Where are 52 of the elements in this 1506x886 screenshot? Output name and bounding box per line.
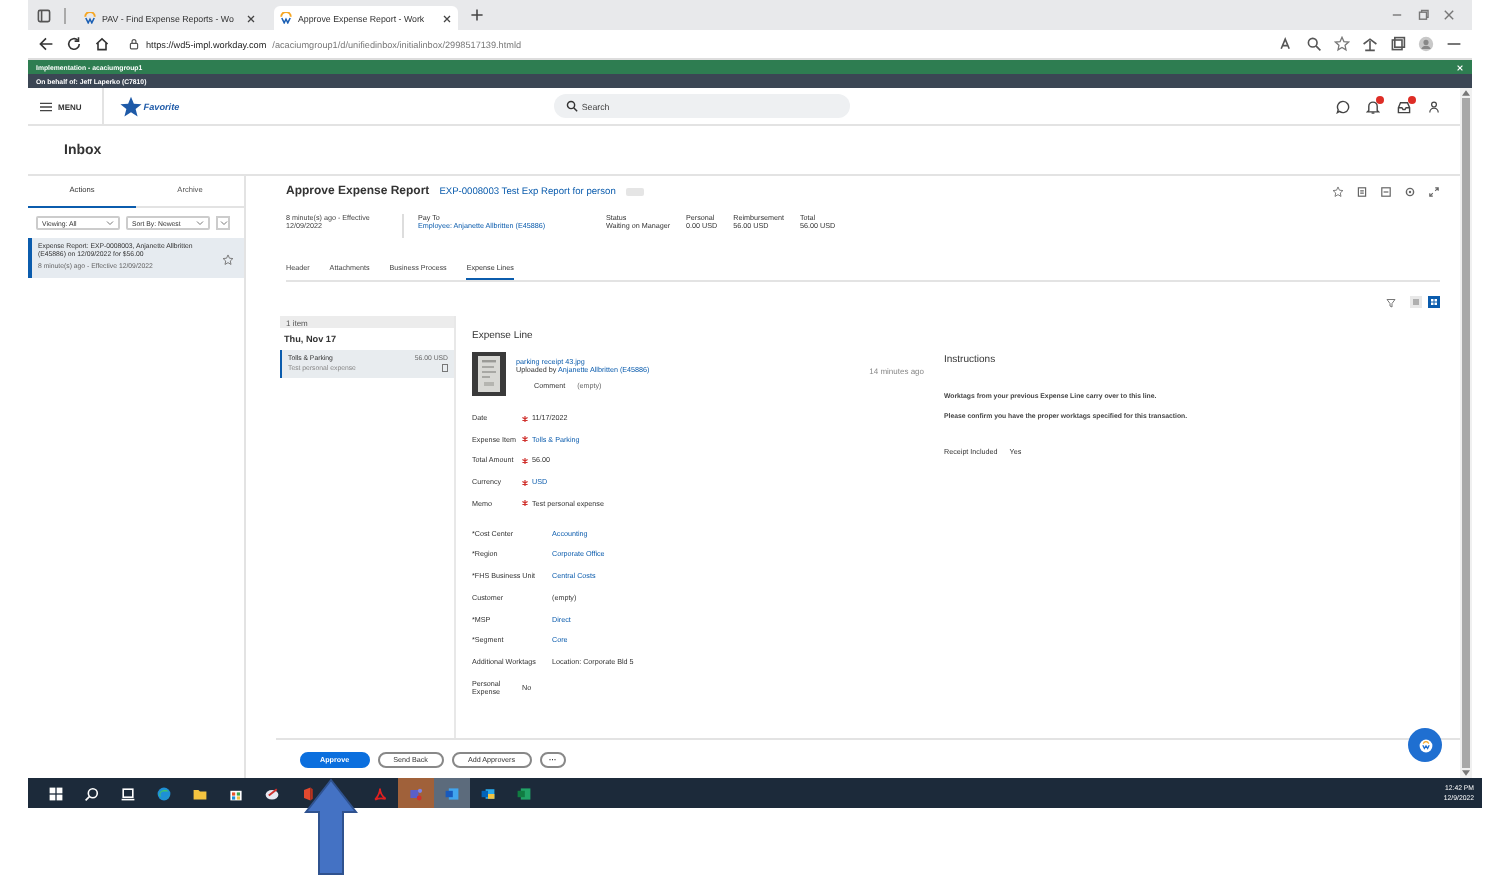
read-aloud-icon[interactable] <box>1278 36 1294 52</box>
chat-icon[interactable] <box>1336 99 1350 113</box>
close-icon[interactable] <box>246 13 256 23</box>
start-icon[interactable] <box>48 785 64 801</box>
chevron-icon <box>106 220 114 226</box>
star-icon[interactable] <box>222 254 234 266</box>
profile-avatar[interactable] <box>1418 36 1434 52</box>
home-icon[interactable] <box>94 36 110 52</box>
app-logo-icon <box>280 12 292 24</box>
lock-icon <box>128 38 140 50</box>
task-view-icon[interactable] <box>120 785 136 801</box>
star-icon[interactable] <box>1332 186 1344 198</box>
folder-icon[interactable] <box>192 785 208 801</box>
restore-icon[interactable] <box>1416 8 1430 22</box>
settings-icon[interactable] <box>1404 186 1416 198</box>
chevron-icon <box>196 220 204 226</box>
scrollbar[interactable] <box>1460 88 1472 778</box>
star-icon <box>119 95 142 117</box>
help-chat-button[interactable] <box>1408 728 1442 762</box>
bell-icon[interactable] <box>1366 99 1380 113</box>
print-icon[interactable] <box>1356 186 1368 198</box>
search-icon[interactable] <box>84 785 100 801</box>
favorite-add-icon[interactable] <box>1334 36 1350 52</box>
menu-icon <box>40 101 52 111</box>
notification-badge <box>1408 95 1416 103</box>
expand-icon[interactable] <box>1428 186 1440 198</box>
outlook-icon[interactable] <box>480 785 496 801</box>
inbox-icon[interactable] <box>1396 99 1412 113</box>
collections-icon[interactable] <box>1390 36 1406 52</box>
store-icon[interactable] <box>228 785 244 801</box>
close-icon[interactable] <box>442 13 452 23</box>
back-icon[interactable] <box>38 36 54 52</box>
paint-icon[interactable] <box>264 785 280 801</box>
app-logo-icon <box>84 12 96 24</box>
spreadsheet-icon[interactable] <box>516 785 532 801</box>
office-icon[interactable] <box>300 785 316 801</box>
export-icon[interactable] <box>1380 186 1392 198</box>
grid-view-button[interactable] <box>1428 296 1440 308</box>
zoom-icon[interactable] <box>1306 36 1322 52</box>
chevron-icon <box>219 220 227 226</box>
filter-icon[interactable] <box>1386 297 1396 307</box>
pdf-icon[interactable] <box>372 785 388 801</box>
tab-actions-icon[interactable] <box>36 7 52 23</box>
refresh-icon[interactable] <box>66 36 82 52</box>
new-tab-icon[interactable] <box>470 8 484 22</box>
chat-bubble-icon <box>1417 737 1433 753</box>
receipt-icon <box>442 364 448 372</box>
profile-icon[interactable] <box>1428 99 1440 113</box>
search-icon <box>565 100 578 112</box>
annotation-arrow <box>304 778 358 876</box>
notification-badge <box>1376 95 1384 103</box>
browser-icon[interactable] <box>156 785 172 801</box>
